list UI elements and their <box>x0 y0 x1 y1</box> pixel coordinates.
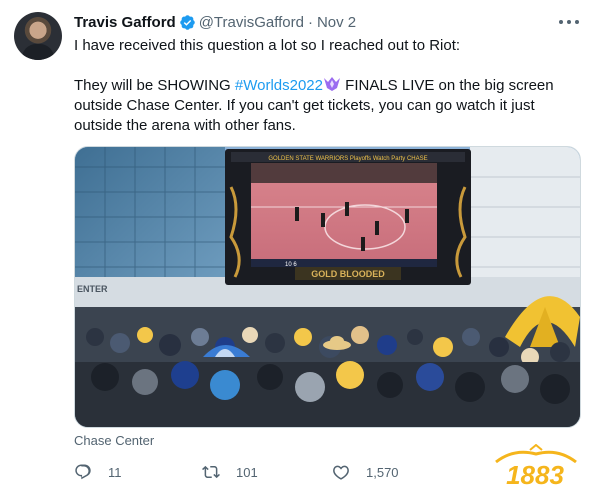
tweet-line-3: outside Chase Center. If you can't get t… <box>74 97 535 114</box>
tweet-line-4: outside the arena with other fans. <box>74 117 296 134</box>
hashtag-link[interactable]: #Worlds2022 <box>235 77 323 94</box>
more-dot <box>567 20 571 24</box>
reply-count: 11 <box>108 464 122 480</box>
media-caption[interactable]: Chase Center <box>74 433 154 448</box>
author-handle[interactable]: @TravisGafford <box>199 14 304 31</box>
author-name[interactable]: Travis Gafford <box>74 14 176 31</box>
like-button[interactable]: 1,570 <box>332 462 399 482</box>
tweet-text: I have received this question a lot so I… <box>74 36 574 136</box>
screen-footer: GOLD BLOODED <box>311 269 385 279</box>
tweet-photo[interactable]: ENTER GOLDEN STATE WARRIORS Playoffs Wat… <box>74 146 581 428</box>
site-watermark: 1883 <box>495 444 577 491</box>
retweet-button[interactable]: 101 <box>202 462 258 482</box>
tweet-line-1: I have received this question a lot so I… <box>74 37 461 54</box>
tweet-line-2: They will be SHOWING #Worlds2022 FINALS … <box>74 76 574 96</box>
tweet: Travis Gafford @TravisGafford · Nov 2 I … <box>0 0 595 500</box>
avatar-shirt <box>22 44 54 60</box>
header-separator: · <box>307 13 313 31</box>
arena-photo: ENTER GOLDEN STATE WARRIORS Playoffs Wat… <box>75 147 580 427</box>
reply-button[interactable]: 11 <box>74 462 122 482</box>
more-dot <box>559 20 563 24</box>
verified-badge-icon <box>179 14 195 30</box>
tweet-date[interactable]: Nov 2 <box>317 14 356 31</box>
watermark-text: 1883 <box>506 460 564 490</box>
tweet-header: Travis Gafford @TravisGafford · Nov 2 <box>74 12 356 32</box>
retweet-icon <box>202 465 220 479</box>
building-sign: ENTER <box>77 284 108 294</box>
avatar[interactable] <box>14 12 62 60</box>
screen-header: GOLDEN STATE WARRIORS Playoffs Watch Par… <box>268 156 427 162</box>
tweet-line-2-end: FINALS LIVE on the big screen <box>341 77 554 94</box>
tweet-actions: 11 101 1,570 <box>74 462 554 482</box>
more-icon[interactable] <box>559 12 579 32</box>
reply-icon <box>75 464 91 480</box>
retweet-count: 101 <box>236 464 258 480</box>
like-icon <box>333 465 349 480</box>
tweet-line-2-start: They will be SHOWING <box>74 77 235 94</box>
worlds-emoji-icon <box>324 77 340 91</box>
like-count: 1,570 <box>366 464 399 480</box>
more-dot <box>575 20 579 24</box>
